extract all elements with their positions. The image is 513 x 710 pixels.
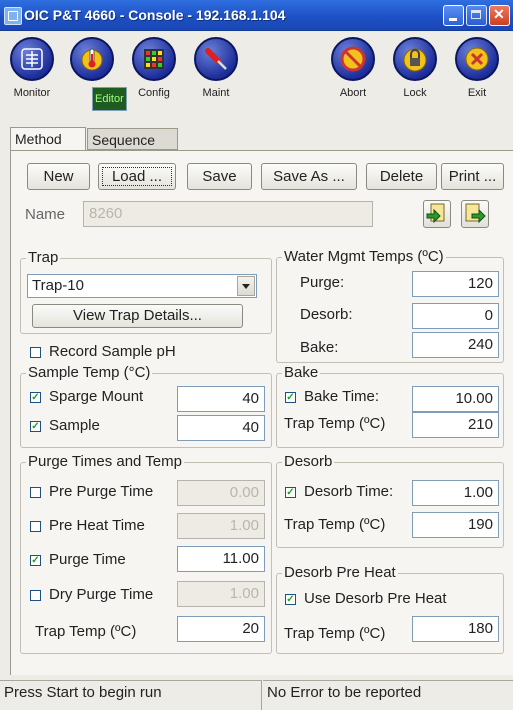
sparge-mount-label: Sparge Mount <box>49 388 144 405</box>
save-button[interactable]: Save <box>187 163 252 190</box>
console-icon[interactable] <box>4 7 22 25</box>
view-trap-details-button[interactable]: View Trap Details... <box>32 304 243 328</box>
abort-icon <box>331 37 375 81</box>
export-method-button[interactable] <box>461 200 489 228</box>
maint-button[interactable]: Maint <box>186 37 246 99</box>
dry-purge-checkbox[interactable] <box>30 590 41 601</box>
sample-checkbox[interactable]: ✓ <box>30 421 41 432</box>
editor-button[interactable]: Editor <box>62 37 127 111</box>
pre-purge-checkbox[interactable] <box>30 487 41 498</box>
desorb-legend: Desorb <box>282 453 335 470</box>
desorb-time-checkbox[interactable]: ✓ <box>285 487 296 498</box>
pre-purge-field[interactable]: 0.00 <box>177 480 265 506</box>
lock-label: Lock <box>403 87 427 99</box>
desorb-time-label: Desorb Time: <box>304 483 394 500</box>
purge-time-label: Purge Time <box>49 551 126 568</box>
tab-sequence[interactable]: Sequence <box>87 128 178 150</box>
purge-legend: Purge Times and Temp <box>26 453 184 470</box>
desorb-trap-temp-label: Trap Temp (ºC) <box>284 516 386 533</box>
purge-time-checkbox[interactable]: ✓ <box>30 555 41 566</box>
preheat-trap-temp-label: Trap Temp (ºC) <box>284 625 386 642</box>
status-right: No Error to be reported <box>263 680 513 710</box>
purge-trap-temp-field[interactable]: 20 <box>177 616 265 642</box>
tab-method[interactable]: Method <box>10 127 86 151</box>
record-ph-checkbox[interactable] <box>30 347 41 358</box>
delete-button[interactable]: Delete <box>366 163 437 190</box>
lock-icon <box>393 37 437 81</box>
bake-legend: Bake <box>282 364 321 381</box>
use-preheat-checkbox[interactable]: ✓ <box>285 594 296 605</box>
console-window: OIC P&T 4660 - Console - 192.168.1.104 M… <box>0 0 513 710</box>
grid-icon <box>132 37 176 81</box>
sample-label: Sample <box>49 417 100 434</box>
bake-time-label: Bake Time: <box>304 388 380 405</box>
exit-button[interactable]: Exit <box>447 37 507 99</box>
name-field[interactable]: 8260 <box>83 201 373 227</box>
monitor-icon <box>10 37 54 81</box>
monitor-label: Monitor <box>13 87 51 99</box>
desorb-preheat-legend: Desorb Pre Heat <box>282 564 398 581</box>
water-bake-label: Bake: <box>300 339 339 356</box>
purge-time-field[interactable]: 11.00 <box>177 546 265 572</box>
bake-trap-temp-field[interactable]: 210 <box>412 412 499 438</box>
chevron-down-icon[interactable] <box>237 276 255 296</box>
water-desorb-field[interactable]: 0 <box>412 303 499 329</box>
bake-time-field[interactable]: 10.00 <box>412 386 499 412</box>
editor-label: Editor <box>92 87 127 111</box>
sample-field[interactable]: 40 <box>177 415 265 441</box>
dry-purge-label: Dry Purge Time <box>49 586 154 603</box>
minimize-button[interactable] <box>443 5 464 26</box>
pre-heat-field[interactable]: 1.00 <box>177 513 265 539</box>
bake-time-checkbox[interactable]: ✓ <box>285 392 296 403</box>
trap-select[interactable]: Trap-10 <box>27 274 257 298</box>
new-button[interactable]: New <box>27 163 90 190</box>
import-doc-icon <box>426 203 445 224</box>
pre-heat-checkbox[interactable] <box>30 521 41 532</box>
desorb-trap-temp-field[interactable]: 190 <box>412 512 499 538</box>
save-as-button[interactable]: Save As ... <box>261 163 357 190</box>
window-title: OIC P&T 4660 - Console - 192.168.1.104 <box>24 7 286 23</box>
maximize-button[interactable] <box>466 5 487 26</box>
print-button[interactable]: Print ... <box>441 163 504 190</box>
record-ph-label: Record Sample pH <box>49 343 176 360</box>
trap-select-value: Trap-10 <box>32 277 84 294</box>
exit-icon <box>455 37 499 81</box>
export-doc-icon <box>465 203 486 224</box>
use-preheat-label: Use Desorb Pre Heat <box>304 590 447 607</box>
water-bake-field[interactable]: 240 <box>412 332 499 358</box>
config-button[interactable]: Config <box>124 37 184 99</box>
desorb-time-field[interactable]: 1.00 <box>412 480 499 506</box>
water-purge-field[interactable]: 120 <box>412 271 499 297</box>
name-label: Name <box>25 206 66 223</box>
exit-label: Exit <box>467 87 487 99</box>
close-window-button[interactable] <box>489 5 510 26</box>
water-desorb-label: Desorb: <box>300 306 353 323</box>
status-left: Press Start to begin run <box>0 680 262 710</box>
sparge-mount-checkbox[interactable]: ✓ <box>30 392 41 403</box>
lock-button[interactable]: Lock <box>385 37 445 99</box>
title-bar[interactable]: OIC P&T 4660 - Console - 192.168.1.104 <box>0 0 513 31</box>
sparge-mount-field[interactable]: 40 <box>177 386 265 412</box>
pre-purge-label: Pre Purge Time <box>49 483 154 500</box>
sample-temp-legend: Sample Temp (°C) <box>26 364 153 381</box>
load-button[interactable]: Load ... <box>98 163 176 190</box>
water-purge-label: Purge: <box>300 274 345 291</box>
purge-trap-temp-label: Trap Temp (ºC) <box>35 623 137 640</box>
config-label: Config <box>138 87 170 99</box>
water-mgmt-legend: Water Mgmt Temps (ºC) <box>282 248 446 265</box>
abort-button[interactable]: Abort <box>323 37 383 99</box>
thermometer-icon <box>70 37 114 81</box>
dry-purge-field[interactable]: 1.00 <box>177 581 265 607</box>
bake-trap-temp-label: Trap Temp (ºC) <box>284 415 386 432</box>
monitor-button[interactable]: Monitor <box>2 37 62 99</box>
trap-legend: Trap <box>26 249 61 266</box>
maint-label: Maint <box>202 87 230 99</box>
preheat-trap-temp-field[interactable]: 180 <box>412 616 499 642</box>
screwdriver-icon <box>194 37 238 81</box>
main-toolbar: Monitor Editor Config Maint Abort Lock E… <box>0 31 513 123</box>
import-method-button[interactable] <box>423 200 451 228</box>
pre-heat-label: Pre Heat Time <box>49 517 145 534</box>
abort-label: Abort <box>339 87 367 99</box>
